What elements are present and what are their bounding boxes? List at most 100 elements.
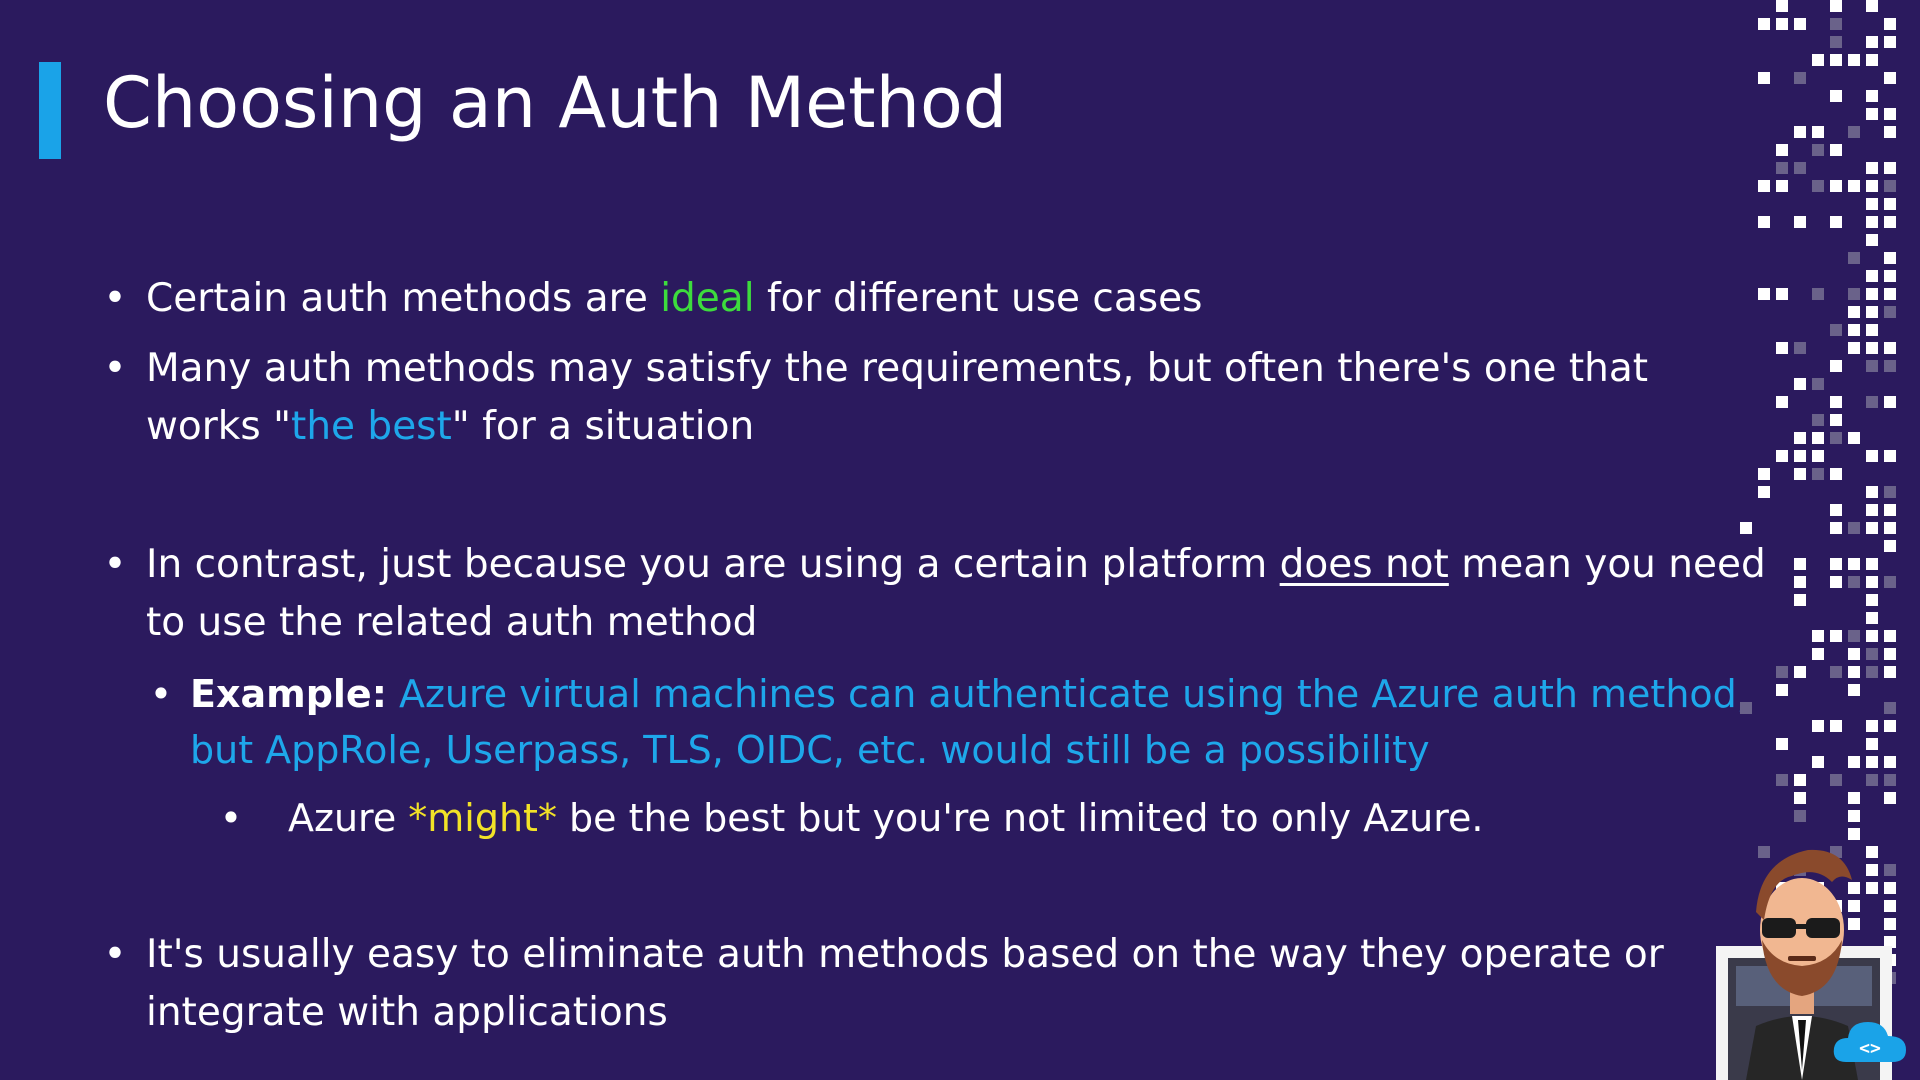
pixel-square [1866,342,1878,354]
pixel-square [1848,180,1860,192]
pixel-square [1812,54,1824,66]
pixel-square [1830,432,1842,444]
pixel-square [1848,630,1860,642]
pixel-square [1758,18,1770,30]
pixel-square [1776,342,1788,354]
pixel-square [1812,144,1824,156]
example-label: Example: [190,672,387,716]
pixel-square [1866,450,1878,462]
pixel-square [1776,396,1788,408]
pixel-square [1884,72,1896,84]
pixel-square [1884,450,1896,462]
bullet-text: Example: Azure virtual machines can auth… [190,672,1749,772]
pixel-square [1884,126,1896,138]
pixel-square [1866,216,1878,228]
pixel-square [1866,612,1878,624]
pixel-square [1794,216,1806,228]
pixel-square [1884,198,1896,210]
pixel-square [1812,648,1824,660]
pixel-square [1740,522,1752,534]
bullet-text: In contrast, just because you are using … [146,542,1766,645]
pixel-square [1830,720,1842,732]
pixel-square [1866,162,1878,174]
pixel-square [1830,468,1842,480]
pixel-square [1812,630,1824,642]
pixel-square [1830,0,1842,12]
pixel-square [1794,468,1806,480]
pixel-square [1794,774,1806,786]
pixel-square [1884,36,1896,48]
pixel-square [1794,378,1806,390]
pixel-square [1884,702,1896,714]
pixel-square [1884,540,1896,552]
slide: Choosing an Auth Method • Certain auth m… [0,0,1920,1080]
pixel-square [1866,738,1878,750]
bullet-dot: • [103,542,127,587]
cloud-code-logo-icon: <> [1833,1022,1906,1062]
pixel-square [1884,342,1896,354]
pixel-square [1866,648,1878,660]
pixel-square [1866,306,1878,318]
pixel-square [1884,306,1896,318]
pixel-square [1884,666,1896,678]
pixel-square [1758,180,1770,192]
pixel-square [1830,576,1842,588]
pixel-square [1866,270,1878,282]
underlined-does-not: does not [1279,542,1449,587]
pixel-square [1794,342,1806,354]
pixel-square [1884,504,1896,516]
pixel-square [1866,108,1878,120]
pixel-square [1866,36,1878,48]
pixel-square [1776,738,1788,750]
pixel-square [1758,216,1770,228]
pixel-square [1848,576,1860,588]
pixel-square [1884,288,1896,300]
pixel-square [1758,288,1770,300]
pixel-square [1776,288,1788,300]
pixel-square [1812,288,1824,300]
pixel-square [1776,162,1788,174]
pixel-square [1848,558,1860,570]
pixel-square [1776,450,1788,462]
pixel-square [1812,414,1824,426]
pixel-square [1848,306,1860,318]
pixel-square [1866,504,1878,516]
pixel-square [1884,792,1896,804]
pixel-square [1866,180,1878,192]
pixel-square [1848,666,1860,678]
highlight-the-best: the best [291,404,452,449]
pixel-square [1758,468,1770,480]
pixel-square [1794,432,1806,444]
pixel-square [1776,144,1788,156]
pixel-square [1866,396,1878,408]
pixel-square [1884,756,1896,768]
pixel-square [1884,162,1896,174]
pixel-square [1884,774,1896,786]
pixel-square [1848,432,1860,444]
pixel-square [1830,396,1842,408]
bullet-dot: • [103,346,127,391]
pixel-square [1830,216,1842,228]
pixel-square [1884,576,1896,588]
pixel-square [1848,126,1860,138]
pixel-square [1794,792,1806,804]
pixel-square [1758,486,1770,498]
pixel-square [1884,720,1896,732]
pixel-square [1812,450,1824,462]
pixel-square [1884,630,1896,642]
bullet-dot: • [103,276,127,321]
pixel-square [1830,54,1842,66]
page-title: Choosing an Auth Method [103,62,1008,144]
pixel-square [1794,450,1806,462]
pixel-square [1866,720,1878,732]
pixel-square [1866,756,1878,768]
bullet-dot: • [149,672,173,716]
bullet-text: Azure *might* be the best but you're not… [288,796,1484,840]
pixel-square [1812,378,1824,390]
pixel-square [1866,630,1878,642]
pixel-square [1812,180,1824,192]
pixel-square [1866,666,1878,678]
pixel-square [1866,54,1878,66]
pixel-square [1848,648,1860,660]
svg-text:<>: <> [1859,1038,1881,1059]
